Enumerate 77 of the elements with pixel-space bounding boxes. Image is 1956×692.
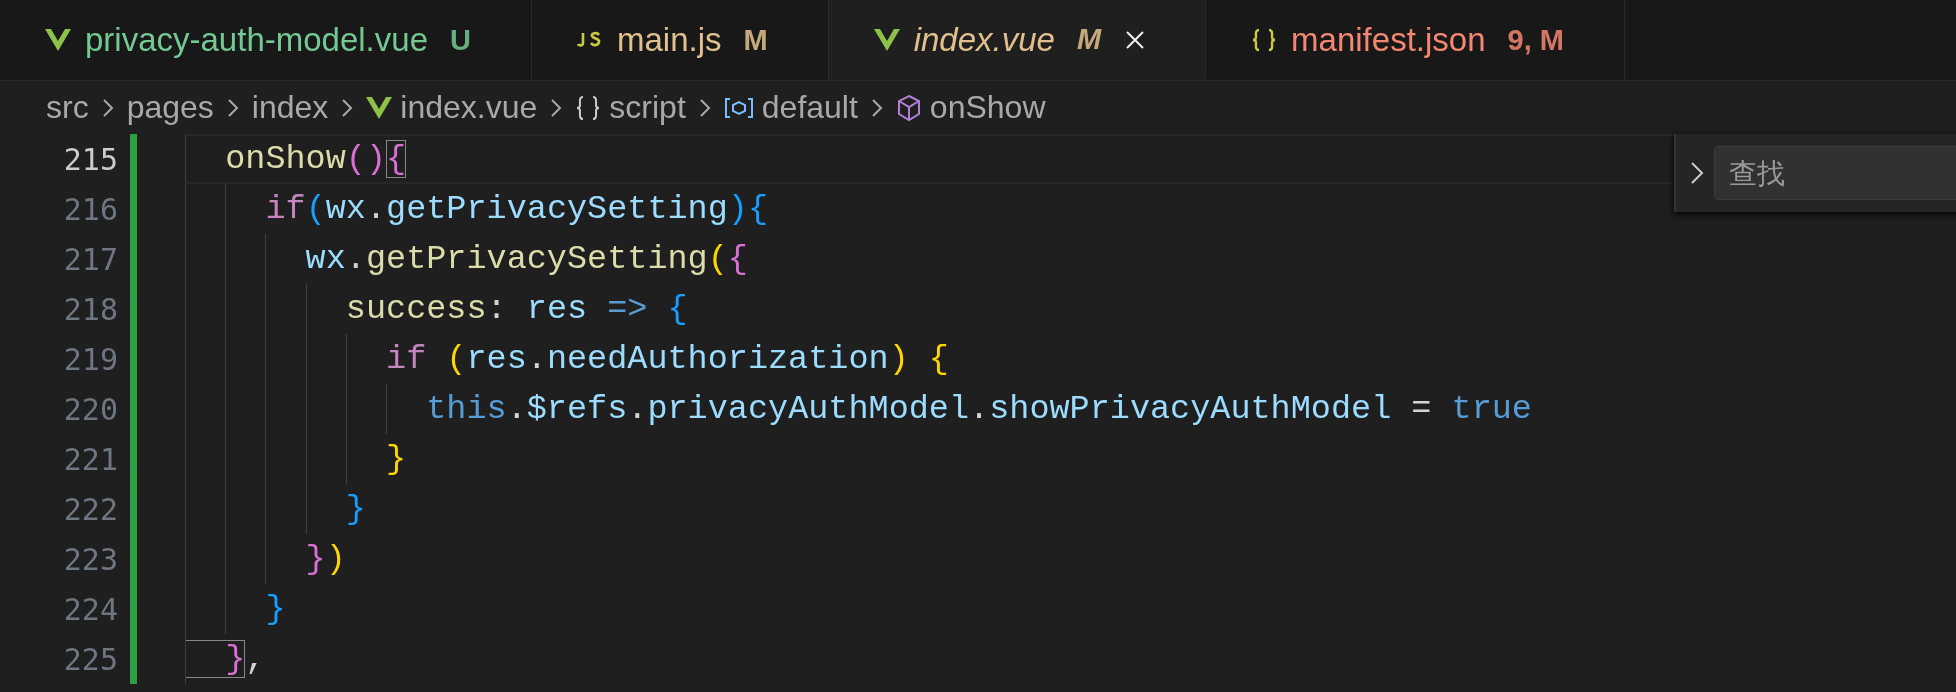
line-number: 217 xyxy=(62,241,118,277)
breadcrumb-item[interactable]: index xyxy=(251,89,329,126)
code-token: { xyxy=(727,240,748,278)
line-number: 222 xyxy=(62,491,118,527)
breadcrumb-item[interactable]: pages xyxy=(126,89,214,126)
editor-tab[interactable]: index.vue M xyxy=(828,0,1207,80)
code-token: . xyxy=(627,390,648,428)
close-icon[interactable] xyxy=(1125,29,1146,50)
code-token: showPrivacyAuthModel xyxy=(989,390,1392,428)
line-number: 218 xyxy=(62,291,118,327)
vue-icon xyxy=(873,28,900,51)
code-token: ) { xyxy=(888,340,949,378)
code-token: ) xyxy=(325,540,346,578)
code-token: , xyxy=(245,640,266,678)
chevron-right-icon xyxy=(698,96,711,119)
code-token: this xyxy=(425,390,507,428)
find-input[interactable]: 查找 xyxy=(1714,146,1956,200)
breadcrumb-item[interactable]: script xyxy=(609,89,686,126)
code-token: . xyxy=(969,390,990,428)
code-token: wx xyxy=(304,240,346,278)
code-token: = xyxy=(1410,390,1433,428)
code-token: wx xyxy=(325,190,366,228)
breadcrumb-item[interactable]: onShow xyxy=(929,89,1046,126)
code-token: if xyxy=(264,190,306,228)
chevron-right-icon xyxy=(341,96,354,119)
line-number: 216 xyxy=(62,191,118,227)
chevron-right-icon xyxy=(870,96,883,119)
vue-icon xyxy=(366,96,393,119)
code-token: $refs xyxy=(526,390,628,428)
code-token: getPrivacySetting xyxy=(386,190,728,228)
chevron-right-icon xyxy=(226,96,239,119)
code-token: : xyxy=(486,290,508,328)
code-token: () xyxy=(345,140,387,178)
code-token: } xyxy=(264,590,286,628)
js-file-icon xyxy=(576,30,603,50)
code-token: needAuthorization xyxy=(546,340,889,378)
code-token: getPrivacySetting xyxy=(365,240,708,278)
code-token: . xyxy=(365,190,387,228)
chevron-right-icon xyxy=(101,96,114,119)
code-token: ( xyxy=(305,190,326,228)
code-token: ( xyxy=(446,340,467,378)
code-token: privacyAuthModel xyxy=(647,390,970,428)
code-token: res xyxy=(526,290,588,328)
code-token: } xyxy=(344,490,366,528)
code-token: true xyxy=(1451,390,1532,428)
code-token: => xyxy=(606,290,649,328)
module-icon xyxy=(723,95,754,120)
code-token: onShow xyxy=(224,140,346,178)
code-token: if xyxy=(385,340,428,378)
line-number: 221 xyxy=(62,441,118,477)
line-number: 224 xyxy=(62,591,118,627)
code-token: } xyxy=(185,640,246,678)
breadcrumb-item[interactable]: index.vue xyxy=(400,89,538,126)
code-token: { xyxy=(386,140,407,178)
code-token: { xyxy=(667,290,688,328)
vue-icon xyxy=(45,29,71,51)
breadcrumb-item[interactable]: default xyxy=(761,89,858,126)
code-token: } xyxy=(304,540,326,578)
code-token: . xyxy=(345,240,366,278)
line-number: 220 xyxy=(62,391,118,427)
line-number: 215 xyxy=(62,141,118,177)
code-token: . xyxy=(506,390,527,428)
chevron-right-icon xyxy=(550,96,563,119)
code-token: ( xyxy=(707,240,728,278)
chevron-right-icon[interactable] xyxy=(1690,160,1704,186)
braces-icon xyxy=(1251,28,1278,52)
line-number: 225 xyxy=(62,641,118,677)
braces-icon xyxy=(575,94,602,121)
cube-icon xyxy=(895,93,922,122)
line-number: 219 xyxy=(62,341,118,377)
line-number: 223 xyxy=(62,541,118,577)
code-token: ){ xyxy=(727,190,769,228)
code-token: } xyxy=(385,440,407,478)
code-token: res xyxy=(466,340,527,378)
breadcrumb-item[interactable]: src xyxy=(46,89,89,126)
code-token: success xyxy=(344,290,487,328)
code-token: . xyxy=(526,340,547,378)
